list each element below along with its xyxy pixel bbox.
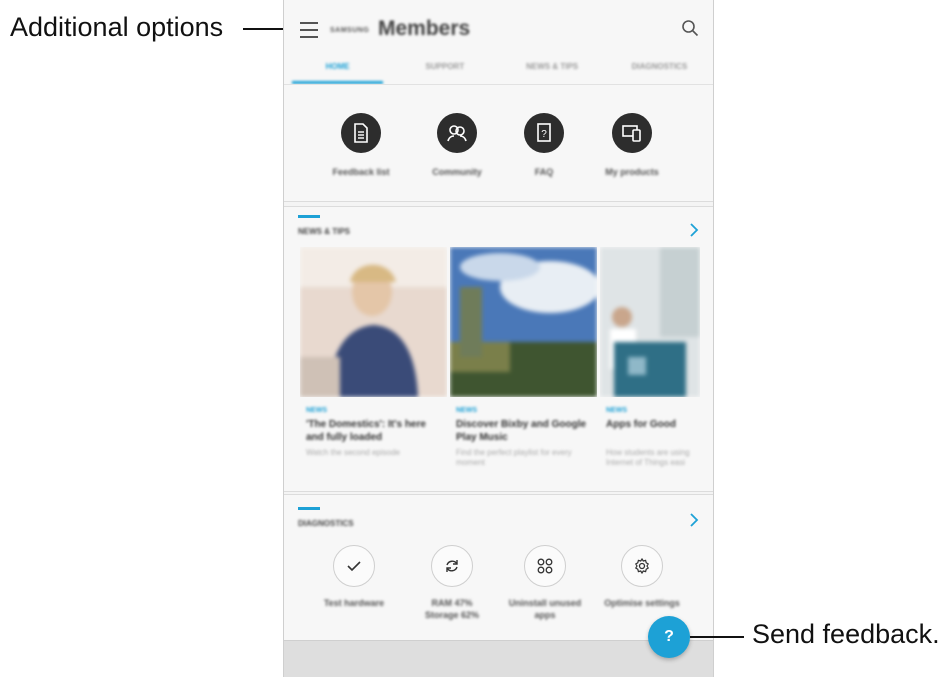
news-card-image bbox=[600, 247, 700, 397]
tab-bar: HOME SUPPORT NEWS & TIPS DIAGNOSTICS bbox=[284, 56, 713, 84]
section-accent-bar bbox=[298, 507, 320, 510]
quick-action-label: Feedback list bbox=[332, 167, 390, 177]
search-icon[interactable] bbox=[681, 19, 699, 37]
diagnostic-label: RAM 47% Storage 62% bbox=[424, 598, 480, 620]
chevron-right-icon[interactable] bbox=[689, 513, 699, 527]
send-feedback-button[interactable]: ? bbox=[648, 616, 690, 658]
news-tag: NEWS bbox=[456, 407, 477, 414]
check-icon bbox=[347, 561, 361, 572]
faq-book-icon: ? bbox=[537, 123, 551, 142]
section-accent-bar bbox=[298, 215, 320, 218]
bottom-bar bbox=[284, 640, 713, 677]
section-title: NEWS & TIPS bbox=[298, 227, 351, 236]
news-card-title: 'The Domestics': It's here and fully loa… bbox=[306, 419, 426, 443]
tab-home[interactable]: HOME bbox=[284, 56, 391, 84]
refresh-icon bbox=[446, 560, 458, 572]
apps-grid-icon bbox=[537, 558, 553, 574]
section-title: DIAGNOSTICS bbox=[298, 519, 354, 528]
app-title: Members bbox=[378, 17, 471, 40]
chevron-right-icon[interactable] bbox=[689, 223, 699, 237]
diagnostic-label: Test hardware bbox=[323, 598, 385, 608]
send-feedback-callout: Send feedback. bbox=[752, 619, 940, 649]
diagnostic-test-hardware[interactable]: Test hardware bbox=[302, 545, 406, 609]
quick-action-label: My products bbox=[605, 167, 659, 177]
additional-options-callout: Additional options bbox=[10, 12, 224, 42]
news-card-subtitle: How students are using Internet of Thing… bbox=[606, 448, 690, 467]
quick-action-feedback-list[interactable]: Feedback list bbox=[316, 113, 406, 177]
diagnostics-section: DIAGNOSTICS Test hardware RAM 47% Storag… bbox=[284, 494, 713, 641]
diagnostic-memory[interactable]: RAM 47% Storage 62% bbox=[400, 545, 504, 621]
devices-icon bbox=[622, 125, 641, 142]
people-icon bbox=[447, 125, 467, 142]
quick-action-my-products[interactable]: My products bbox=[587, 113, 677, 177]
news-card-subtitle: Find the perfect playlist for every mome… bbox=[456, 448, 572, 467]
phone-screen: SAMSUNG Members HOME SUPPORT NEWS & TIPS… bbox=[283, 0, 714, 677]
news-tag: NEWS bbox=[606, 407, 627, 414]
document-icon bbox=[354, 123, 368, 143]
quick-actions: Feedback list Community ? FAQ My product… bbox=[284, 84, 713, 202]
news-card[interactable]: NEWS Discover Bixby and Google Play Musi… bbox=[450, 247, 597, 468]
diagnostic-label: Optimise settings bbox=[604, 598, 680, 608]
settings-gear-icon bbox=[634, 558, 650, 574]
quick-action-community[interactable]: Community bbox=[412, 113, 502, 177]
news-tag: NEWS bbox=[306, 407, 327, 414]
diagnostic-label: Uninstall unused apps bbox=[508, 598, 582, 620]
app-bar: SAMSUNG Members HOME SUPPORT NEWS & TIPS… bbox=[284, 0, 713, 84]
tab-diagnostics[interactable]: DIAGNOSTICS bbox=[606, 56, 713, 84]
news-tips-section: NEWS & TIPS NEWS 'The Domestics': It's h… bbox=[284, 206, 713, 492]
quick-action-label: Community bbox=[432, 167, 482, 177]
diagnostic-uninstall-apps[interactable]: Uninstall unused apps bbox=[493, 545, 597, 621]
news-card-title: Apps for Good bbox=[606, 419, 676, 430]
brand-samsung-label: SAMSUNG bbox=[330, 27, 370, 34]
quick-action-faq[interactable]: ? FAQ bbox=[499, 113, 589, 177]
news-card-image bbox=[300, 247, 447, 397]
svg-text:?: ? bbox=[541, 129, 547, 140]
tab-support[interactable]: SUPPORT bbox=[391, 56, 498, 84]
news-card-subtitle: Watch the second episode bbox=[306, 448, 400, 457]
news-card-image bbox=[450, 247, 597, 397]
tab-news-tips[interactable]: NEWS & TIPS bbox=[499, 56, 606, 84]
hamburger-menu-icon[interactable] bbox=[300, 22, 318, 38]
diagnostic-optimise-settings[interactable]: Optimise settings bbox=[590, 545, 694, 609]
news-card[interactable]: NEWS 'The Domestics': It's here and full… bbox=[300, 247, 447, 458]
news-card-title: Discover Bixby and Google Play Music bbox=[456, 419, 587, 443]
quick-action-label: FAQ bbox=[534, 167, 554, 177]
news-card[interactable]: NEWS Apps for Good How students are usin… bbox=[600, 247, 700, 468]
send-feedback-callout-line bbox=[690, 636, 744, 638]
